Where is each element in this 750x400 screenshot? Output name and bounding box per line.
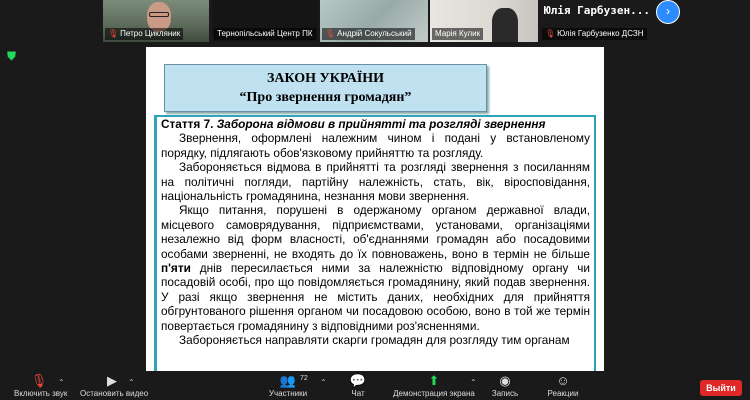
participant-tile[interactable]: 🎙 Андрій Сокульський — [320, 0, 428, 42]
active-speaker-name: Юлія Гарбузен... — [544, 4, 650, 17]
paragraph-3-start: Якщо питання, порушені в одержаному орга… — [161, 203, 590, 261]
people-icon: 👥 — [279, 373, 297, 388]
chat-bubble-icon: 💬 — [349, 373, 367, 388]
security-shield-icon[interactable]: ⛊ — [7, 50, 19, 62]
participant-label: Тернопільський Центр ПК — [214, 28, 316, 40]
chevron-up-icon[interactable]: ⌃ — [320, 378, 327, 387]
record-button[interactable]: ◉ Запись — [484, 372, 526, 400]
slide-body: Стаття 7. Заборона відмови в прийнятті т… — [154, 115, 596, 371]
paragraph-3: Якщо питання, порушені в одержаному орга… — [161, 203, 590, 333]
participant-name: Андрій Сокульський — [337, 29, 412, 38]
slide-title-line2: “Про звернення громадян” — [239, 90, 412, 105]
participant-tile[interactable]: Тернопільський Центр ПК — [212, 0, 318, 42]
chevron-right-icon: › — [666, 4, 670, 18]
slide-title-line1: ЗАКОН УКРАЇНИ — [266, 71, 385, 86]
chat-button[interactable]: 💬 Чат — [340, 372, 376, 400]
paragraph-3-end: днів пересилається ними за належністю ві… — [161, 261, 590, 333]
mic-off-icon: 🎙 — [30, 373, 48, 388]
participant-label: 🎙 Андрій Сокульський — [322, 28, 415, 40]
reactions-button[interactable]: ☺ Реакции — [540, 372, 586, 400]
mic-off-icon: 🎙 — [325, 29, 336, 38]
chevron-up-icon[interactable]: ⌃ — [128, 378, 135, 387]
article-title: Заборона відмови в прийнятті та розгляді… — [216, 117, 546, 131]
participant-tile[interactable]: 🎙 Петро Цикляник — [103, 0, 209, 42]
share-arrow-icon: ⬆ — [428, 373, 440, 388]
participant-name: Тернопільський Центр ПК — [217, 29, 313, 38]
unmute-button[interactable]: 🎙 Включить звук — [14, 372, 67, 400]
participant-strip: 🎙 Петро Цикляник Тернопільський Центр ПК… — [0, 0, 750, 44]
participant-tile[interactable]: Юлія Гарбузен... 🎙 Юлія Гарбузенко ДСЗН — [540, 0, 652, 42]
slide-title: ЗАКОН УКРАЇНИ “Про звернення громадян” — [164, 64, 487, 112]
paragraph-3-emphasis: п'яти — [161, 261, 191, 276]
participants-button[interactable]: 👥 72 Участники — [258, 372, 318, 400]
article-heading: Стаття 7. Заборона відмови в прийнятті т… — [161, 117, 590, 131]
participant-name: Юлія Гарбузенко ДСЗН — [557, 29, 644, 38]
participant-label: 🎙 Юлія Гарбузенко ДСЗН — [542, 28, 647, 40]
paragraph-1: Звернення, оформлені належним чином і по… — [161, 131, 590, 160]
participant-label: 🎙 Петро Цикляник — [105, 28, 184, 40]
shared-screen: ЗАКОН УКРАЇНИ “Про звернення громадян” С… — [146, 47, 604, 371]
mic-off-icon: 🎙 — [545, 29, 556, 38]
participants-count: 72 — [300, 375, 308, 382]
record-icon: ◉ — [499, 373, 511, 388]
article-number: Стаття 7. — [161, 117, 214, 131]
next-page-button[interactable]: › — [656, 0, 680, 24]
participant-tile[interactable]: Марія Кулик — [430, 0, 538, 42]
share-screen-button[interactable]: ⬆ Демонстрация экрана — [392, 372, 476, 400]
chevron-up-icon[interactable]: ⌃ — [470, 378, 477, 387]
paragraph-2: Забороняється відмова в прийнятті та роз… — [161, 160, 590, 204]
smiley-plus-icon: ☺ — [556, 373, 570, 388]
mic-off-icon: 🎙 — [108, 29, 119, 38]
paragraph-4: Забороняється направляти скарги громадян… — [179, 333, 570, 348]
meeting-toolbar: 🎙 Включить звук ⌃ ▶ Остановить видео ⌃ 👥… — [0, 372, 750, 400]
participant-name: Петро Цикляник — [120, 29, 181, 38]
participant-name: Марія Кулик — [435, 29, 481, 38]
chevron-up-icon[interactable]: ⌃ — [58, 378, 65, 387]
participant-label: Марія Кулик — [432, 28, 484, 40]
leave-button[interactable]: Выйти — [700, 380, 742, 396]
